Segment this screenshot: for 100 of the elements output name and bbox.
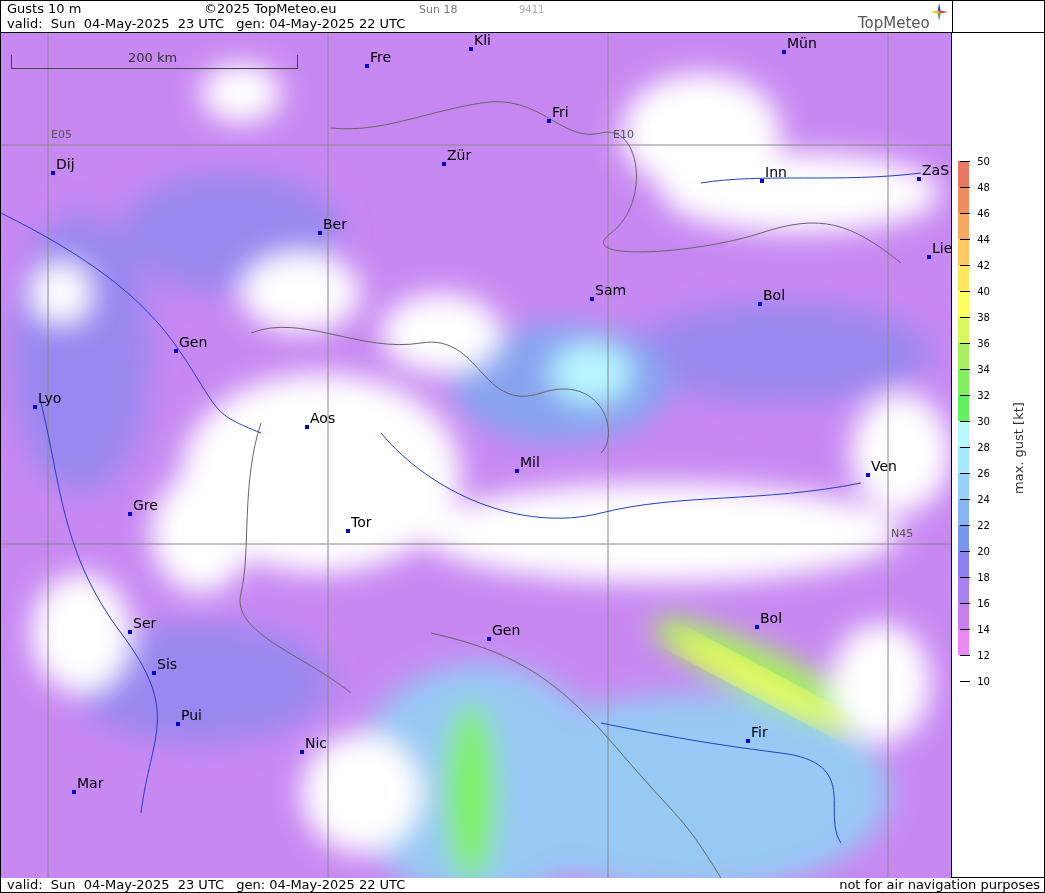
tick-label: 28 <box>977 444 990 452</box>
run-label: Sun 18 <box>419 2 459 17</box>
city-label: Mil <box>520 454 540 470</box>
city-label: Fir <box>751 724 768 740</box>
tick-mark <box>960 473 971 474</box>
tick-mark <box>960 369 971 370</box>
city-label: Nic <box>305 735 328 751</box>
city-label: Aos <box>310 410 336 426</box>
tick-label: 48 <box>977 184 990 192</box>
tick-mark <box>960 629 971 630</box>
tick-label: 32 <box>977 392 990 400</box>
city-label: Bol <box>763 287 786 303</box>
valid-time: valid: Sun 04-May-2025 23 UTC <box>7 878 225 892</box>
tick-label: 42 <box>977 262 990 270</box>
city-marker <box>346 529 350 533</box>
city-marker <box>758 302 762 306</box>
city-marker <box>365 64 369 68</box>
tick-mark <box>960 421 971 422</box>
tick-mark <box>960 551 971 552</box>
tick-mark <box>960 265 971 266</box>
city-label: Ven <box>871 458 897 474</box>
city-marker <box>300 750 304 754</box>
map-title: Gusts 10 m <box>7 1 83 16</box>
city-marker <box>547 119 551 123</box>
tick-mark <box>960 577 971 578</box>
city-label: Dij <box>56 156 75 172</box>
city-marker <box>590 297 594 301</box>
city-marker <box>152 671 156 675</box>
city-marker <box>51 171 55 175</box>
city-label: Pui <box>181 707 202 723</box>
city-label: Lyo <box>38 390 62 406</box>
tick-mark <box>960 343 971 344</box>
tick-mark <box>960 161 971 162</box>
tick-label: 16 <box>977 600 990 608</box>
tick-label: 46 <box>977 210 990 218</box>
city-label: Sis <box>157 656 178 672</box>
scale-label: 200 km <box>128 51 178 64</box>
city-label: Gen <box>179 334 208 350</box>
tick-label: 44 <box>977 236 990 244</box>
tick-mark <box>960 525 971 526</box>
city-marker <box>917 177 921 181</box>
tick-label: 26 <box>977 470 990 478</box>
city-label: Fre <box>370 49 392 65</box>
tick-label: 10 <box>977 678 990 686</box>
disclaimer-text: not for air navigation purposes <box>839 878 1041 892</box>
city-marker <box>305 425 309 429</box>
tick-mark <box>960 317 971 318</box>
grid-label: E05 <box>51 129 72 141</box>
tick-mark <box>960 447 971 448</box>
city-marker <box>866 473 870 477</box>
city-label: Bol <box>760 610 783 626</box>
city-label: Gre <box>133 497 158 513</box>
city-label: Fri <box>552 104 569 120</box>
tick-label: 40 <box>977 288 990 296</box>
city-label: Mün <box>787 35 817 51</box>
city-marker <box>318 231 322 235</box>
city-marker <box>72 790 76 794</box>
city-marker <box>33 405 37 409</box>
city-label: Ber <box>323 216 347 232</box>
city-marker <box>760 179 764 183</box>
generated-time: gen: 04-May-2025 22 UTC <box>236 878 407 892</box>
city-marker <box>755 625 759 629</box>
city-marker <box>515 469 519 473</box>
tick-label: 18 <box>977 574 990 582</box>
tick-label: 24 <box>977 496 990 504</box>
valid-time: valid: Sun 04-May-2025 23 UTC <box>7 16 225 31</box>
city-marker <box>442 162 446 166</box>
tick-label: 50 <box>977 158 990 166</box>
city-label: Lie <box>932 240 952 256</box>
city-label: Inn <box>765 164 787 180</box>
city-marker <box>746 739 750 743</box>
city-marker <box>128 630 132 634</box>
city-marker <box>469 47 473 51</box>
city-label: Kli <box>474 33 491 48</box>
tick-mark <box>960 395 971 396</box>
city-marker <box>174 349 178 353</box>
tick-mark <box>960 213 971 214</box>
tick-mark <box>960 681 971 682</box>
legend-title: max. gust [kt] <box>1011 401 1026 496</box>
code-label: 9411 <box>519 3 545 17</box>
generated-time: gen: 04-May-2025 22 UTC <box>236 16 407 31</box>
grid-label: E10 <box>613 129 634 141</box>
grid-label: N45 <box>891 528 914 540</box>
city-marker <box>128 512 132 516</box>
tick-mark <box>960 239 971 240</box>
tick-label: 20 <box>977 548 990 556</box>
city-label: Ser <box>133 615 157 631</box>
city-marker <box>487 637 491 641</box>
tick-mark <box>960 291 971 292</box>
city-label: Zür <box>447 147 472 163</box>
tick-label: 36 <box>977 340 990 348</box>
tick-label: 30 <box>977 418 990 426</box>
city-marker <box>927 255 931 259</box>
city-label: Tor <box>351 514 372 530</box>
tick-mark <box>960 187 971 188</box>
tick-label: 34 <box>977 366 990 374</box>
tick-mark <box>960 655 971 656</box>
logo-text: TopMeteo <box>858 14 930 32</box>
city-label: ZaS <box>922 162 950 178</box>
copyright-text: ©2025 TopMeteo.eu <box>204 1 338 16</box>
